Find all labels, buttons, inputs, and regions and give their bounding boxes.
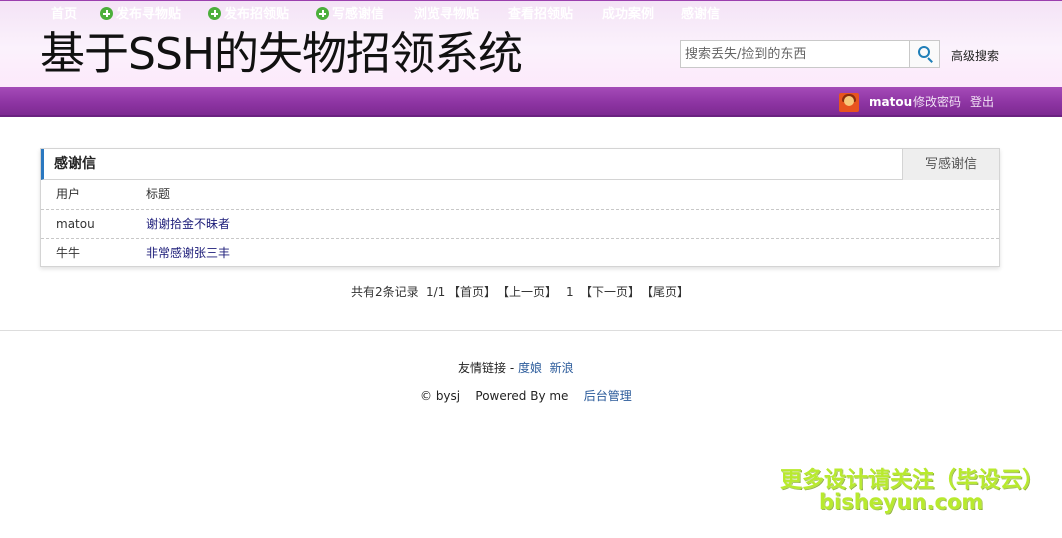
- search-icon-handle: [927, 57, 933, 63]
- admin-link[interactable]: 后台管理: [584, 389, 632, 403]
- nav-item-thanks[interactable]: 感谢信: [681, 0, 720, 30]
- username[interactable]: matou: [869, 87, 912, 117]
- pager-last[interactable]: 【尾页】: [641, 285, 689, 299]
- table-row: 牛牛 非常感谢张三丰: [41, 238, 999, 267]
- nav-item-view-found[interactable]: 查看招领贴: [508, 0, 573, 30]
- nav-item-post-found-label: 发布招领贴: [224, 7, 290, 22]
- nav-item-view-found-label: 查看招领贴: [508, 7, 574, 22]
- powered-by: Powered By me: [475, 389, 569, 403]
- pager-current[interactable]: 1: [566, 285, 574, 299]
- advanced-search-link[interactable]: 高级搜索: [951, 47, 999, 64]
- pager-page: 1/1: [426, 285, 446, 299]
- site-title-prefix: 基于: [40, 27, 129, 80]
- nav-item-browse-lost[interactable]: 浏览寻物贴: [414, 0, 479, 30]
- pager-first[interactable]: 【首页】: [448, 285, 496, 299]
- nav-item-home[interactable]: 首页: [51, 0, 77, 30]
- row-title-link[interactable]: 谢谢拾金不昧者: [146, 210, 230, 239]
- column-header-title: 标题: [146, 187, 171, 201]
- friendly-links: 友情链接 - 度娘 新浪: [458, 359, 574, 376]
- row-user: 牛牛: [56, 246, 81, 260]
- nav-item-write-thanks-label: 写感谢信: [332, 7, 385, 22]
- avatar-face: [844, 96, 854, 106]
- search-box: [680, 40, 940, 68]
- column-header-user: 用户: [56, 187, 81, 201]
- thanks-letter-panel: 感谢信 写感谢信 用户 标题 matou 谢谢拾金不昧者 牛牛 非常感谢张三丰: [40, 148, 1000, 267]
- row-user: matou: [56, 217, 95, 231]
- nav-item-write-thanks[interactable]: 写感谢信: [316, 0, 384, 30]
- pager-total: 共有2条记录: [351, 285, 419, 299]
- user-avatar[interactable]: [839, 93, 859, 112]
- site-title-suffix: 的失物招领系统: [213, 27, 523, 80]
- table-row: matou 谢谢拾金不昧者: [41, 209, 999, 238]
- logout-link[interactable]: 登出: [970, 87, 994, 117]
- table-header: 用户 标题: [41, 180, 999, 209]
- copyright-text: © bysj: [420, 389, 461, 403]
- footer-divider: [0, 330, 1062, 331]
- pager-prev[interactable]: 【上一页】: [497, 285, 557, 299]
- plus-icon: [100, 7, 113, 20]
- panel-title: 感谢信: [54, 156, 96, 172]
- nav-item-home-label: 首页: [51, 7, 78, 22]
- nav-item-post-lost-label: 发布寻物贴: [116, 7, 182, 22]
- nav-item-post-found[interactable]: 发布招领贴: [208, 0, 289, 30]
- nav-item-success-cases-label: 成功案例: [602, 7, 655, 22]
- change-password-link[interactable]: 修改密码: [913, 87, 961, 117]
- friendly-links-label: 友情链接 -: [458, 361, 518, 375]
- nav-item-thanks-label: 感谢信: [681, 7, 721, 22]
- nav-item-browse-lost-label: 浏览寻物贴: [414, 7, 480, 22]
- nav-item-post-lost[interactable]: 发布寻物贴: [100, 0, 181, 30]
- plus-icon: [208, 7, 221, 20]
- watermark-line2: bisheyun.com: [819, 490, 984, 514]
- friend-link-baidu[interactable]: 度娘: [518, 361, 542, 375]
- search-input[interactable]: [681, 41, 910, 67]
- copyright: © bysj Powered By me 后台管理: [420, 387, 632, 404]
- site-title: 基于SSH的失物招领系统: [40, 27, 523, 82]
- row-title-link[interactable]: 非常感谢张三丰: [146, 239, 230, 268]
- pager-next[interactable]: 【下一页】: [580, 285, 640, 299]
- plus-icon: [316, 7, 329, 20]
- nav-item-success-cases[interactable]: 成功案例: [602, 0, 654, 30]
- write-thanks-button[interactable]: 写感谢信: [902, 149, 999, 180]
- panel-header: 感谢信 写感谢信: [41, 149, 999, 180]
- search-button[interactable]: [909, 41, 939, 67]
- friend-link-sina[interactable]: 新浪: [550, 361, 574, 375]
- site-title-latin: SSH: [128, 29, 215, 80]
